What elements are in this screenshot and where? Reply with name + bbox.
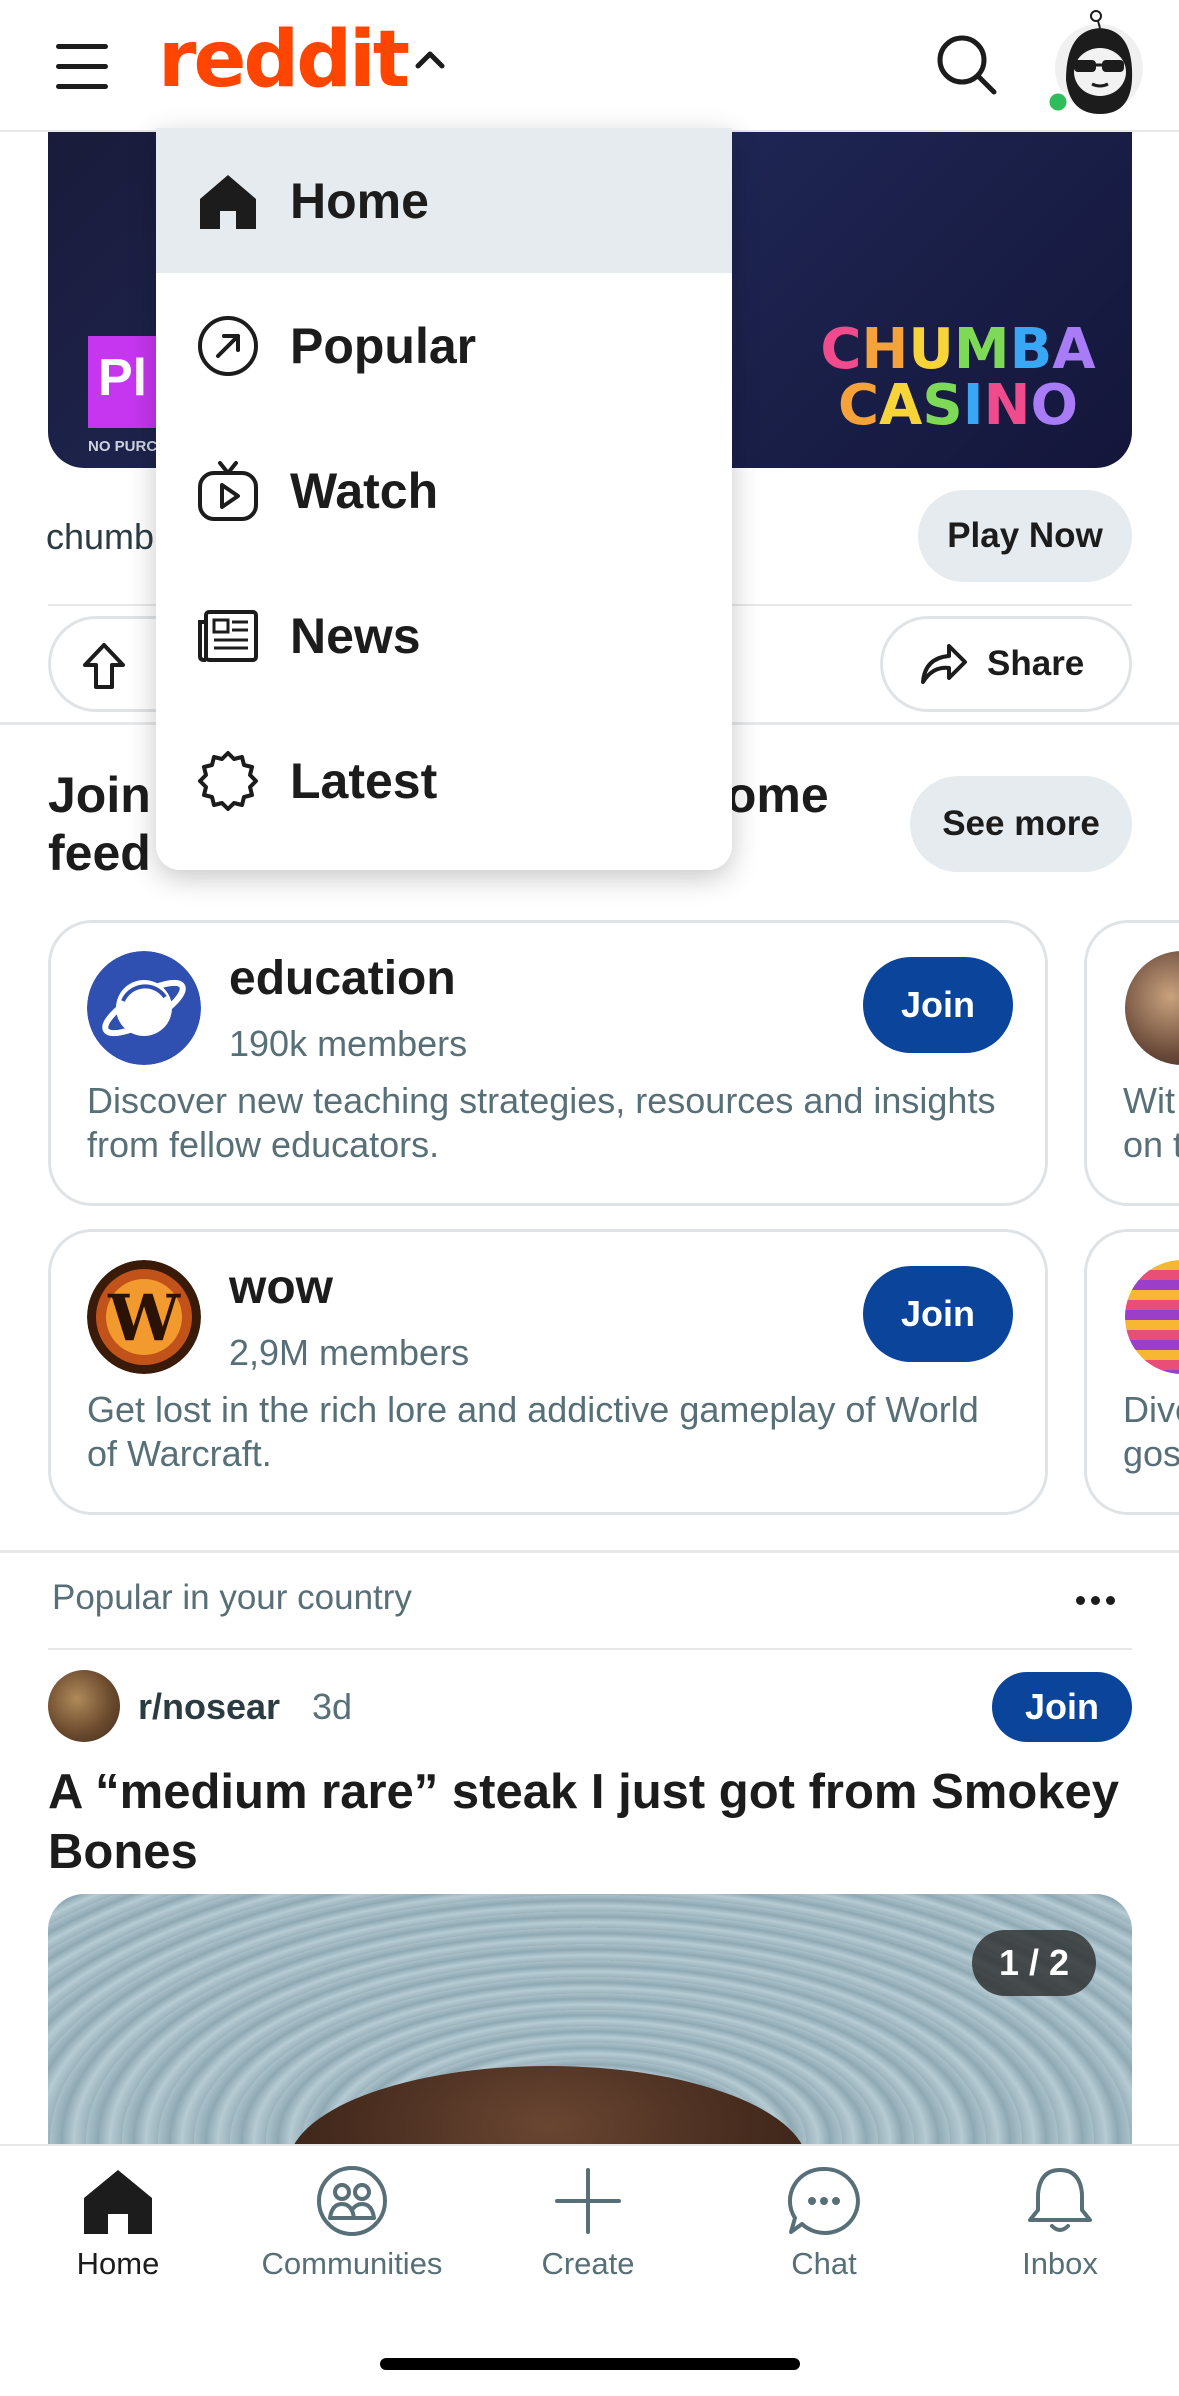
section-divider [0, 1550, 1179, 1553]
dropdown-item-label: News [290, 607, 421, 664]
nav-home[interactable]: Home [0, 2166, 236, 2316]
community-icon [1125, 1260, 1179, 1374]
search-icon[interactable] [932, 30, 1002, 100]
share-label: Share [987, 644, 1085, 683]
brand-letter: C [837, 373, 880, 438]
dropdown-item-home[interactable]: Home [156, 128, 732, 273]
bell-icon [1028, 2168, 1092, 2232]
brand-letter: N [983, 373, 1031, 438]
feed-switcher-dropdown: Home Popular Watch News Latest [156, 128, 732, 870]
wow-logo-icon: W [87, 1260, 201, 1374]
ad-brand-logo: CHUMBA CASINO [818, 322, 1098, 434]
post-image[interactable] [48, 1894, 1132, 2154]
join-button[interactable]: Join [863, 957, 1013, 1053]
reddit-logo[interactable]: reddit [158, 10, 410, 110]
subreddit-name[interactable]: r/nosear [138, 1686, 280, 1728]
brand-letter: O [1030, 373, 1079, 438]
share-button[interactable]: Share [880, 616, 1132, 712]
menu-icon[interactable] [56, 44, 112, 90]
badge-starburst-icon [198, 750, 258, 811]
see-more-button[interactable]: See more [910, 776, 1132, 872]
chat-bubble-icon [787, 2166, 860, 2235]
feed-section-label: Popular in your country [52, 1578, 412, 1617]
newspaper-icon [198, 609, 258, 662]
community-card-wow[interactable]: W wow 2,9M members Get lost in the rich … [48, 1229, 1048, 1515]
planet-icon [87, 951, 201, 1065]
nav-create[interactable]: Create [470, 2166, 706, 2316]
home-icon [200, 174, 256, 229]
ad-fine-print: NO PURC [88, 438, 158, 455]
community-description: Discover new teaching strategies, resour… [87, 1080, 996, 1165]
nav-chat[interactable]: Chat [706, 2166, 942, 2316]
brand-letter: A [879, 373, 923, 438]
post-title[interactable]: A “medium rare” steak I just got from Sm… [48, 1762, 1132, 1882]
chevron-up-icon[interactable] [410, 40, 450, 80]
nav-inbox[interactable]: Inbox [942, 2166, 1178, 2316]
community-members: 190k members [229, 1023, 468, 1064]
ad-source-name[interactable]: chumb [46, 516, 154, 558]
community-name: education [229, 952, 456, 1005]
nav-label: Home [76, 2246, 160, 2281]
share-arrow-icon [921, 644, 967, 684]
subreddit-avatar[interactable] [48, 1670, 120, 1742]
dropdown-item-label: Popular [290, 317, 477, 374]
trending-arrow-icon [198, 315, 258, 376]
more-options-icon[interactable] [1072, 1582, 1120, 1622]
home-indicator[interactable] [380, 2358, 800, 2370]
top-app-bar: reddit [0, 0, 1179, 132]
post-age: 3d [312, 1686, 353, 1727]
community-members: 2,9M members [229, 1332, 470, 1373]
upvote-arrow-icon [83, 643, 125, 689]
nav-label: Communities [261, 2246, 443, 2281]
dropdown-item-news[interactable]: News [156, 563, 732, 708]
community-description: Wit on t [1123, 1080, 1179, 1165]
play-now-button[interactable]: Play Now [918, 490, 1132, 582]
brand-letter: S [922, 373, 963, 438]
dropdown-item-label: Home [290, 172, 429, 229]
community-card-education[interactable]: education 190k members Discover new teac… [48, 920, 1048, 1206]
avatar[interactable] [1044, 10, 1144, 120]
community-card-peek[interactable]: Divegos [1084, 1229, 1179, 1515]
nav-communities[interactable]: Communities [234, 2166, 470, 2316]
nav-label: Create [541, 2246, 635, 2281]
watch-tv-icon [198, 460, 258, 521]
plus-icon [555, 2168, 621, 2234]
home-icon [84, 2170, 152, 2234]
join-button[interactable]: Join [863, 1266, 1013, 1362]
dropdown-item-label: Watch [290, 462, 439, 519]
nav-label: Chat [791, 2246, 857, 2281]
nav-label: Inbox [1022, 2246, 1098, 2281]
dropdown-item-latest[interactable]: Latest [156, 708, 732, 853]
community-description: Divegos [1123, 1389, 1179, 1474]
join-button[interactable]: Join [992, 1672, 1132, 1742]
community-card-peek[interactable]: Wit on t [1084, 920, 1179, 1206]
svg-text:W: W [107, 1281, 181, 1356]
dropdown-item-watch[interactable]: Watch [156, 418, 732, 563]
community-name: wow [229, 1261, 333, 1314]
image-counter: 1 / 2 [972, 1930, 1096, 1996]
dropdown-item-popular[interactable]: Popular [156, 273, 732, 418]
dropdown-item-label: Latest [290, 752, 438, 809]
communities-icon [317, 2166, 387, 2236]
community-description: Get lost in the rich lore and addictive … [87, 1389, 979, 1474]
brand-letter: I [962, 373, 984, 438]
steak-photo [288, 2066, 808, 2154]
community-icon [1125, 951, 1179, 1065]
divider [48, 1648, 1132, 1650]
